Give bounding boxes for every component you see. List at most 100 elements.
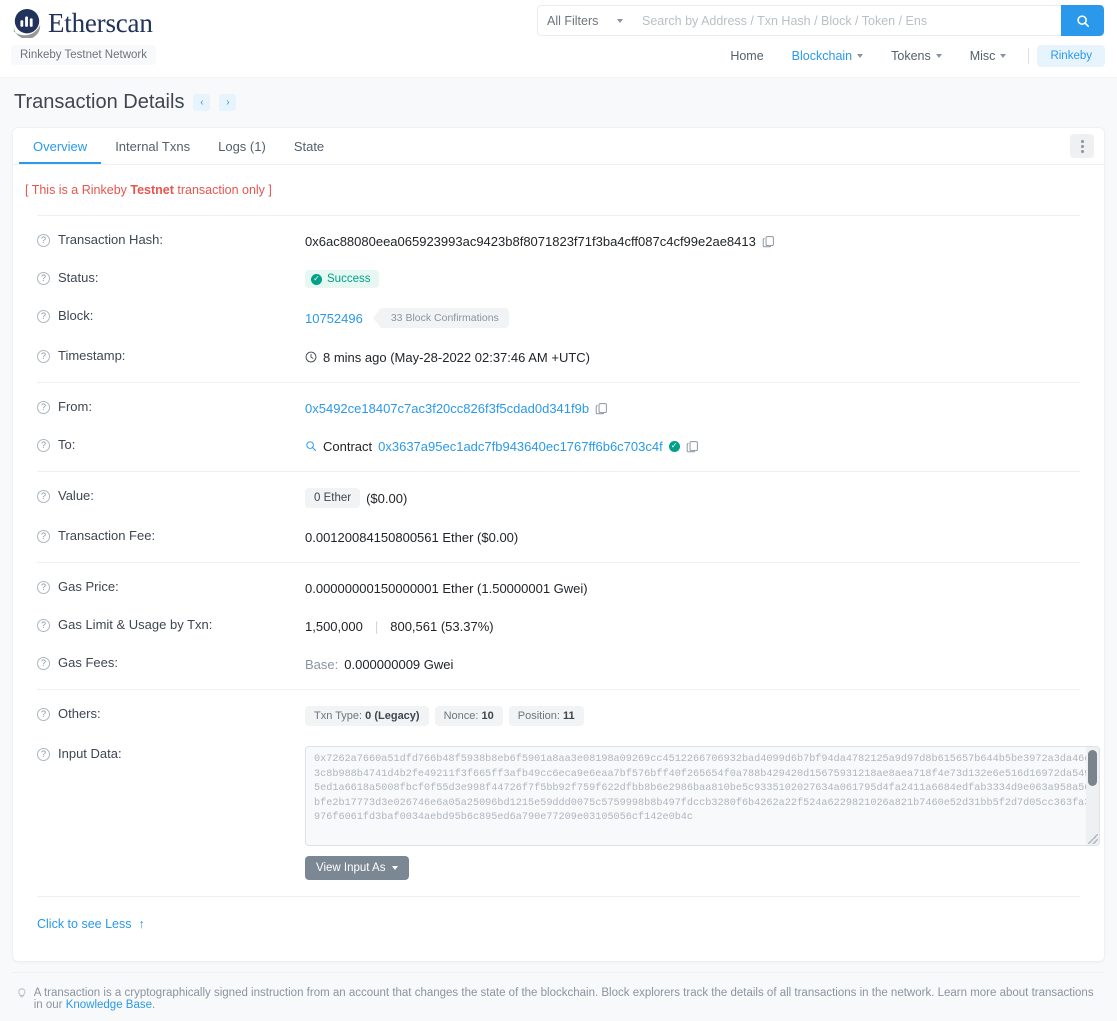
- verified-contract-icon: ✓: [668, 440, 680, 452]
- chip-position-val: 11: [563, 710, 575, 722]
- search-input[interactable]: [632, 5, 1061, 36]
- label-text-transaction-fee: Transaction Fee:: [58, 528, 156, 543]
- help-icon[interactable]: ?: [37, 657, 50, 670]
- section-divider: [37, 382, 1080, 383]
- input-data-textarea[interactable]: 0x7262a7660a51dfd766b48f5938b8eb6f5901a8…: [305, 746, 1100, 846]
- nav-item-blockchain[interactable]: Blockchain: [778, 45, 877, 67]
- chevron-down-icon: [617, 18, 623, 23]
- row-input-data: ? Input Data: 0x7262a7660a51dfd766b48f59…: [25, 736, 1100, 890]
- view-input-as-label: View Input As: [316, 862, 386, 874]
- chip-nonce-val: 10: [481, 710, 494, 722]
- value-ether-chip: 0 Ether: [305, 488, 361, 508]
- resize-grip-icon[interactable]: [1088, 834, 1098, 844]
- help-icon[interactable]: ?: [37, 234, 50, 247]
- all-filters-dropdown[interactable]: All Filters: [537, 5, 632, 36]
- row-status: ? Status: ✓ Success: [25, 260, 1092, 298]
- site-header: Etherscan Rinkeby Testnet Network All Fi…: [0, 0, 1117, 77]
- nav-label-tokens: Tokens: [891, 49, 931, 63]
- section-divider: [37, 562, 1080, 563]
- copy-icon[interactable]: [686, 440, 699, 453]
- help-icon[interactable]: ?: [37, 581, 50, 594]
- tab-overview[interactable]: Overview: [19, 130, 102, 164]
- help-icon[interactable]: ?: [37, 748, 50, 761]
- row-from: ? From: 0x5492ce18407c7ac3f20cc826f3f5cd…: [25, 389, 1092, 427]
- search-button[interactable]: [1061, 5, 1104, 36]
- footer-note-text: A transaction is a cryptographically sig…: [33, 987, 1094, 1011]
- help-icon[interactable]: ?: [37, 310, 50, 323]
- label-text-gas-limit: Gas Limit & Usage by Txn:: [58, 617, 213, 632]
- chip-position-key: Position:: [517, 710, 560, 722]
- contract-label: Contract: [323, 438, 373, 454]
- nav-label-misc: Misc: [969, 49, 996, 63]
- row-to: ? To: Contract 0x3637a95ec1adc7fb943640e…: [25, 427, 1092, 465]
- label-text-to: To:: [58, 437, 76, 452]
- help-icon[interactable]: ?: [37, 439, 50, 452]
- value-from: 0x5492ce18407c7ac3f20cc826f3f5cdad0d341f…: [305, 399, 1092, 417]
- help-icon[interactable]: ?: [37, 401, 50, 414]
- block-confirmations-badge: 33 Block Confirmations: [372, 308, 509, 328]
- tab-logs[interactable]: Logs (1): [204, 130, 280, 164]
- value-status: ✓ Success: [305, 270, 1092, 288]
- copy-icon[interactable]: [762, 235, 775, 248]
- row-transaction-hash: ? Transaction Hash: 0x6ac88080eea0659239…: [25, 222, 1092, 260]
- to-address-link[interactable]: 0x3637a95ec1adc7fb943640ec1767ff6b6c703c…: [378, 439, 663, 454]
- search-icon: [1076, 14, 1089, 27]
- copy-icon[interactable]: [595, 402, 608, 415]
- more-options-icon[interactable]: [1070, 134, 1094, 158]
- footer-note-period: .: [152, 999, 156, 1011]
- help-icon[interactable]: ?: [37, 530, 50, 543]
- help-icon[interactable]: ?: [37, 619, 50, 632]
- label-text-from: From:: [58, 399, 92, 414]
- prev-transaction-button[interactable]: ‹: [193, 94, 211, 111]
- chip-txn-type-val: 0 (Legacy): [365, 710, 420, 722]
- lightbulb-icon: [18, 988, 26, 998]
- network-switch-chip[interactable]: Rinkeby: [1037, 45, 1105, 67]
- section-divider: [37, 215, 1080, 216]
- page-title-row: Transaction Details ‹ ›: [12, 78, 1105, 127]
- nav-item-home[interactable]: Home: [716, 45, 777, 67]
- label-timestamp: ? Timestamp:: [25, 348, 305, 363]
- knowledge-base-link[interactable]: Knowledge Base: [66, 999, 152, 1011]
- chevron-down-icon: [857, 54, 864, 58]
- gas-fees-base-value: 0.000000009 Gwei: [344, 656, 454, 672]
- brand-logo[interactable]: Etherscan: [12, 8, 153, 38]
- nav-item-tokens[interactable]: Tokens: [877, 45, 956, 67]
- input-data-scrollbar[interactable]: [1086, 747, 1099, 845]
- footer-note: A transaction is a cryptographically sig…: [12, 972, 1105, 1021]
- value-gas-limit: 1,500,000 | 800,561 (53.37%): [305, 617, 1092, 635]
- arrow-up-icon: ↑: [138, 917, 145, 931]
- help-icon[interactable]: ?: [37, 272, 50, 285]
- next-transaction-button[interactable]: ›: [219, 94, 237, 111]
- see-less-row: Click to see Less ↑: [25, 903, 1092, 947]
- tab-state[interactable]: State: [280, 130, 338, 164]
- value-to: Contract 0x3637a95ec1adc7fb943640ec1767f…: [305, 437, 1092, 455]
- from-address-link[interactable]: 0x5492ce18407c7ac3f20cc826f3f5cdad0d341f…: [305, 401, 589, 416]
- nav-item-misc[interactable]: Misc: [956, 45, 1021, 67]
- view-input-as-button[interactable]: View Input As: [305, 856, 410, 880]
- value-gas-price: 0.00000000150000001 Ether (1.50000001 Gw…: [305, 580, 588, 596]
- brand-name: Etherscan: [48, 7, 153, 38]
- label-text-value: Value:: [58, 488, 94, 503]
- click-to-see-less-link[interactable]: Click to see Less ↑: [37, 917, 145, 931]
- gas-limit-amount: 1,500,000: [305, 618, 363, 634]
- help-icon[interactable]: ?: [37, 350, 50, 363]
- gas-usage-amount: 800,561 (53.37%): [390, 618, 494, 634]
- network-badge: Rinkeby Testnet Network: [11, 45, 156, 65]
- chevron-down-icon: [935, 54, 942, 58]
- nav-label-blockchain: Blockchain: [791, 49, 853, 63]
- all-filters-label: All Filters: [547, 13, 599, 28]
- scrollbar-thumb[interactable]: [1088, 750, 1097, 786]
- label-gas-limit: ? Gas Limit & Usage by Txn:: [25, 617, 305, 632]
- testnet-notice-bold: Testnet: [130, 183, 174, 197]
- nav-label-home: Home: [730, 49, 764, 63]
- block-number-link[interactable]: 10752496: [305, 311, 363, 326]
- value-others: Txn Type: 0 (Legacy) Nonce: 10 Position:…: [305, 706, 1092, 726]
- label-transaction-fee: ? Transaction Fee:: [25, 528, 305, 543]
- tab-internal-txns[interactable]: Internal Txns: [101, 130, 204, 164]
- label-input-data: ? Input Data:: [25, 746, 305, 761]
- help-icon[interactable]: ?: [37, 490, 50, 503]
- chip-nonce-key: Nonce:: [443, 710, 479, 722]
- row-transaction-fee: ? Transaction Fee: 0.00120084150800561 E…: [25, 518, 1092, 556]
- help-icon[interactable]: ?: [37, 708, 50, 721]
- label-text-status: Status:: [58, 270, 99, 285]
